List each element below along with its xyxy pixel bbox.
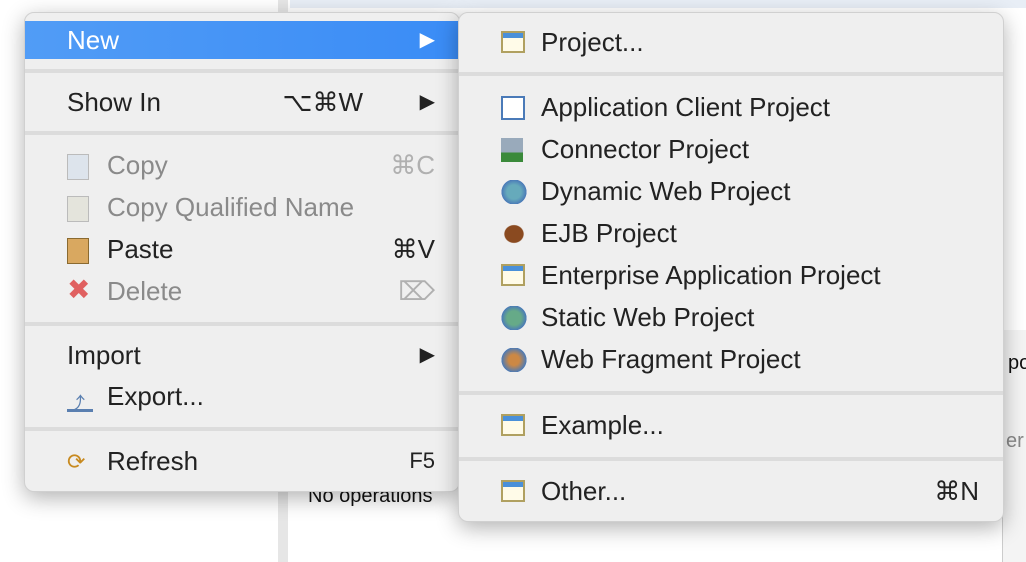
refresh-icon: ⟳: [67, 449, 86, 474]
ejb-icon: [501, 222, 527, 246]
label: Web Fragment Project: [541, 344, 801, 374]
separator: [25, 69, 459, 73]
label: Connector Project: [541, 134, 750, 164]
label: Enterprise Application Project: [541, 260, 881, 290]
static-web-icon: [501, 306, 527, 330]
submenu-item-other[interactable]: Other... ⌘N: [459, 472, 1003, 510]
menu-item-new[interactable]: New ▶: [25, 21, 459, 59]
example-wizard-icon: [501, 414, 525, 436]
submenu-arrow-icon: ▶: [419, 29, 435, 51]
menu-item-refresh[interactable]: ⟳ Refresh F5: [25, 442, 459, 480]
separator: [25, 427, 459, 431]
separator: [25, 131, 459, 135]
label: Copy Qualified Name: [107, 192, 355, 222]
app-client-icon: [501, 96, 525, 120]
new-submenu: Project... Application Client Project Co…: [458, 12, 1004, 522]
separator: [459, 391, 1003, 395]
menu-item-show-in[interactable]: Show In ⌥⌘W ▶: [25, 83, 459, 121]
paste-icon: [67, 238, 89, 264]
submenu-item-enterprise-application-project[interactable]: Enterprise Application Project: [459, 256, 1003, 294]
separator: [459, 72, 1003, 76]
label: Refresh: [107, 446, 199, 476]
label: Copy: [107, 150, 168, 180]
label: Import: [67, 340, 141, 370]
shortcut: ⌥⌘W: [282, 87, 363, 117]
label: Show In: [67, 87, 161, 117]
enterprise-app-icon: [501, 264, 525, 286]
shortcut: ⌘V: [391, 234, 435, 264]
background-text: po: [1008, 352, 1026, 374]
background-text: er: [1006, 430, 1024, 452]
label: EJB Project: [541, 218, 677, 248]
separator: [459, 457, 1003, 461]
web-fragment-icon: [501, 348, 527, 372]
menu-item-delete[interactable]: ✖ Delete ⌦: [25, 272, 459, 310]
submenu-item-static-web-project[interactable]: Static Web Project: [459, 298, 1003, 336]
shortcut: F5: [409, 448, 435, 473]
menu-item-export[interactable]: ⤴ Export...: [25, 377, 459, 415]
shortcut: ⌦: [398, 276, 435, 306]
submenu-item-project[interactable]: Project...: [459, 23, 1003, 61]
menu-item-paste[interactable]: Paste ⌘V: [25, 230, 459, 268]
label: New: [67, 25, 120, 55]
other-wizard-icon: [501, 480, 525, 502]
menu-item-copy-qualified-name[interactable]: Copy Qualified Name: [25, 188, 459, 226]
submenu-item-web-fragment-project[interactable]: Web Fragment Project: [459, 340, 1003, 378]
label: Export...: [107, 381, 204, 411]
shortcut: ⌘N: [934, 476, 979, 506]
menu-item-import[interactable]: Import ▶: [25, 336, 459, 374]
submenu-item-dynamic-web-project[interactable]: Dynamic Web Project: [459, 172, 1003, 210]
submenu-arrow-icon: ▶: [419, 91, 435, 113]
separator: [25, 322, 459, 326]
label: Example...: [541, 410, 664, 440]
label: Paste: [107, 234, 174, 264]
copy-qualified-icon: [67, 196, 89, 222]
submenu-arrow-icon: ▶: [419, 344, 435, 366]
submenu-item-connector-project[interactable]: Connector Project: [459, 130, 1003, 168]
delete-icon: ✖: [67, 274, 91, 305]
context-menu: New ▶ Show In ⌥⌘W ▶ Copy ⌘C Copy Qualified N…: [24, 12, 460, 492]
submenu-item-example[interactable]: Example...: [459, 406, 1003, 444]
label: Application Client Project: [541, 92, 831, 122]
submenu-item-application-client-project[interactable]: Application Client Project: [459, 88, 1003, 126]
label: Delete: [107, 276, 183, 306]
menu-item-copy[interactable]: Copy ⌘C: [25, 146, 459, 184]
shortcut: ⌘C: [390, 150, 435, 180]
background-tree: [290, 0, 1026, 8]
dynamic-web-icon: [501, 180, 527, 204]
label: Other...: [541, 476, 627, 506]
label: Project...: [541, 27, 644, 57]
label: Static Web Project: [541, 302, 755, 332]
label: Dynamic Web Project: [541, 176, 791, 206]
copy-icon: [67, 154, 89, 180]
connector-icon: [501, 138, 523, 162]
export-icon: ⤴: [67, 385, 93, 414]
project-wizard-icon: [501, 31, 525, 53]
submenu-item-ejb-project[interactable]: EJB Project: [459, 214, 1003, 252]
